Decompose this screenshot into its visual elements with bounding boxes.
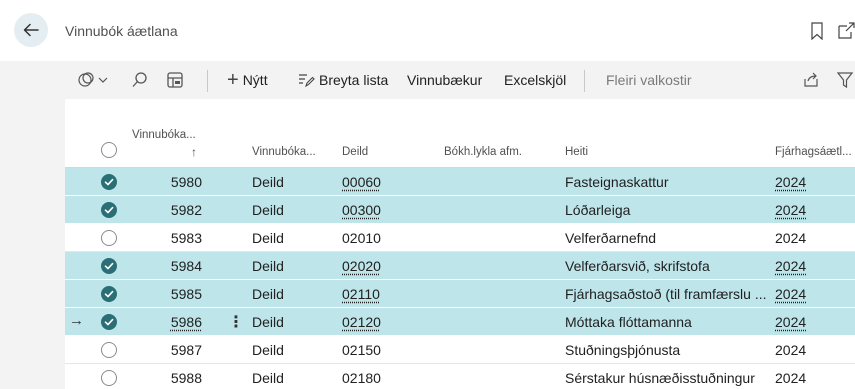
analysis-mode-button[interactable]	[77, 61, 111, 99]
toolbar-divider	[584, 70, 585, 92]
search-icon	[131, 71, 149, 89]
cell-budget-year: 2024	[775, 230, 806, 246]
table-row[interactable]: → 5986 ⋮ Deild 02120 Móttaka flóttamanna 2024	[65, 308, 855, 336]
cell-department: 02010	[342, 230, 381, 246]
workbooks-menu[interactable]: Vinnubækur	[407, 61, 482, 99]
page-header: Vinnubók áætlana	[0, 0, 855, 61]
sort-ascending-icon: ↑	[191, 145, 197, 159]
column-header-name[interactable]: Heiti	[565, 146, 588, 158]
cell-department[interactable]: 00300	[342, 202, 381, 218]
row-checkbox[interactable]	[101, 174, 117, 190]
column-header-department[interactable]: Deild	[342, 146, 368, 158]
row-checkbox[interactable]	[101, 370, 117, 386]
view-layout-icon	[166, 71, 184, 89]
cell-workbook-no: 5980	[130, 174, 202, 190]
cell-workbook-type: Deild	[252, 230, 284, 246]
cell-name: Móttaka flóttamanna	[565, 314, 692, 330]
cell-budget-year: 2024	[775, 342, 806, 358]
cell-budget-year[interactable]: 2024	[775, 258, 806, 274]
cell-department[interactable]: 02110	[342, 286, 380, 302]
cell-department[interactable]: 02120	[342, 314, 381, 330]
cell-workbook-type: Deild	[252, 174, 284, 190]
table-row[interactable]: 5982 Deild 00300 Lóðarleiga 2024	[65, 196, 855, 224]
share-icon	[802, 71, 820, 89]
cell-name: Velferðarnefnd	[565, 230, 656, 246]
cell-workbook-type: Deild	[252, 370, 284, 386]
cell-department: 02180	[342, 370, 381, 386]
bookmark-icon[interactable]	[810, 22, 824, 45]
column-header-workbook-no[interactable]: Vinnubóka...	[132, 129, 196, 141]
edit-list-icon	[298, 72, 315, 88]
more-options-button[interactable]: Fleiri valkostir	[606, 61, 692, 99]
cell-name: Lóðarleiga	[565, 202, 630, 218]
table-row[interactable]: 5987 Deild 02150 Stuðningsþjónusta 2024	[65, 336, 855, 364]
row-checkbox[interactable]	[101, 286, 117, 302]
cell-workbook-no[interactable]: 5986	[130, 314, 202, 330]
filter-button[interactable]	[837, 61, 853, 99]
row-checkbox[interactable]	[101, 230, 117, 246]
cell-name: Sérstakur húsnæðisstuðningur	[565, 370, 755, 386]
cell-workbook-type: Deild	[252, 286, 284, 302]
cell-department: 02150	[342, 342, 381, 358]
edit-list-label: Breyta lista	[319, 72, 388, 88]
cell-budget-year[interactable]: 2024	[775, 202, 806, 218]
cell-workbook-type: Deild	[252, 258, 284, 274]
table-row[interactable]: 5988 Deild 02180 Sérstakur húsnæðisstuðning…	[65, 364, 855, 389]
cell-workbook-type: Deild	[252, 314, 284, 330]
table-row[interactable]: 5984 Deild 02020 Velferðarsvið, skrifstofa 2…	[65, 252, 855, 280]
column-header-account-schedule[interactable]: Bókh.lykla afm.	[444, 146, 522, 158]
action-bar: + Nýtt Breyta lista Vinnubækur Excelskjö…	[65, 61, 855, 99]
column-header-budget-year[interactable]: Fjárhagsáætl...	[775, 146, 852, 158]
page-title: Vinnubók áætlana	[65, 23, 178, 39]
cell-workbook-no: 5988	[130, 370, 202, 386]
analysis-mode-icon	[77, 71, 111, 89]
cell-workbook-no: 5985	[130, 286, 202, 302]
new-button-label: Nýtt	[243, 72, 268, 88]
back-button[interactable]	[14, 13, 48, 47]
excel-menu[interactable]: Excelskjöl	[504, 61, 566, 99]
toolbar-divider	[207, 70, 208, 92]
cell-workbook-no: 5984	[130, 258, 202, 274]
cell-budget-year[interactable]: 2024	[775, 174, 806, 190]
edit-list-button[interactable]: Breyta lista	[298, 61, 388, 99]
cell-budget-year[interactable]: 2024	[775, 286, 806, 302]
table-row[interactable]: 5983 Deild 02010 Velferðarnefnd 2024	[65, 224, 855, 252]
arrow-left-icon	[22, 21, 40, 39]
workbooks-label: Vinnubækur	[407, 72, 482, 88]
open-in-new-window-icon[interactable]	[838, 22, 855, 45]
plus-icon: +	[227, 70, 239, 90]
row-actions-menu-icon[interactable]: ⋮	[228, 312, 244, 332]
cell-name: Velferðarsvið, skrifstofa	[565, 258, 710, 274]
cell-workbook-type: Deild	[252, 342, 284, 358]
cell-name: Stuðningsþjónusta	[565, 342, 680, 358]
column-header-workbook-type[interactable]: Vinnubóka...	[252, 146, 316, 158]
current-row-arrow-icon: →	[69, 312, 84, 329]
cell-workbook-no: 5982	[130, 202, 202, 218]
more-options-label: Fleiri valkostir	[606, 72, 692, 88]
select-all-checkbox[interactable]	[101, 142, 117, 158]
row-checkbox[interactable]	[101, 342, 117, 358]
cell-budget-year: 2024	[775, 370, 806, 386]
cell-workbook-type: Deild	[252, 202, 284, 218]
excel-label: Excelskjöl	[504, 72, 566, 88]
table-row[interactable]: 5980 Deild 00060 Fasteignaskattur 2024	[65, 168, 855, 196]
filter-icon	[837, 71, 853, 89]
new-button[interactable]: + Nýtt	[227, 61, 268, 99]
cell-workbook-no: 5983	[130, 230, 202, 246]
cell-name: Fjárhagsaðstoð (til framfærslu ...	[565, 286, 767, 302]
table-row[interactable]: 5985 Deild 02110 Fjárhagsaðstoð (til framfæ…	[65, 280, 855, 308]
share-button[interactable]	[802, 61, 820, 99]
view-layout-button[interactable]	[166, 61, 184, 99]
search-button[interactable]	[131, 61, 149, 99]
row-checkbox[interactable]	[101, 258, 117, 274]
workbook-list: Vinnubóka... ↑ Vinnubóka... Deild Bókh.l…	[65, 99, 855, 389]
cell-budget-year[interactable]: 2024	[775, 314, 806, 330]
row-checkbox[interactable]	[101, 202, 117, 218]
cell-department[interactable]: 00060	[342, 174, 381, 190]
cell-name: Fasteignaskattur	[565, 174, 669, 190]
row-checkbox[interactable]	[101, 314, 117, 330]
cell-department[interactable]: 02020	[342, 258, 381, 274]
cell-workbook-no: 5987	[130, 342, 202, 358]
